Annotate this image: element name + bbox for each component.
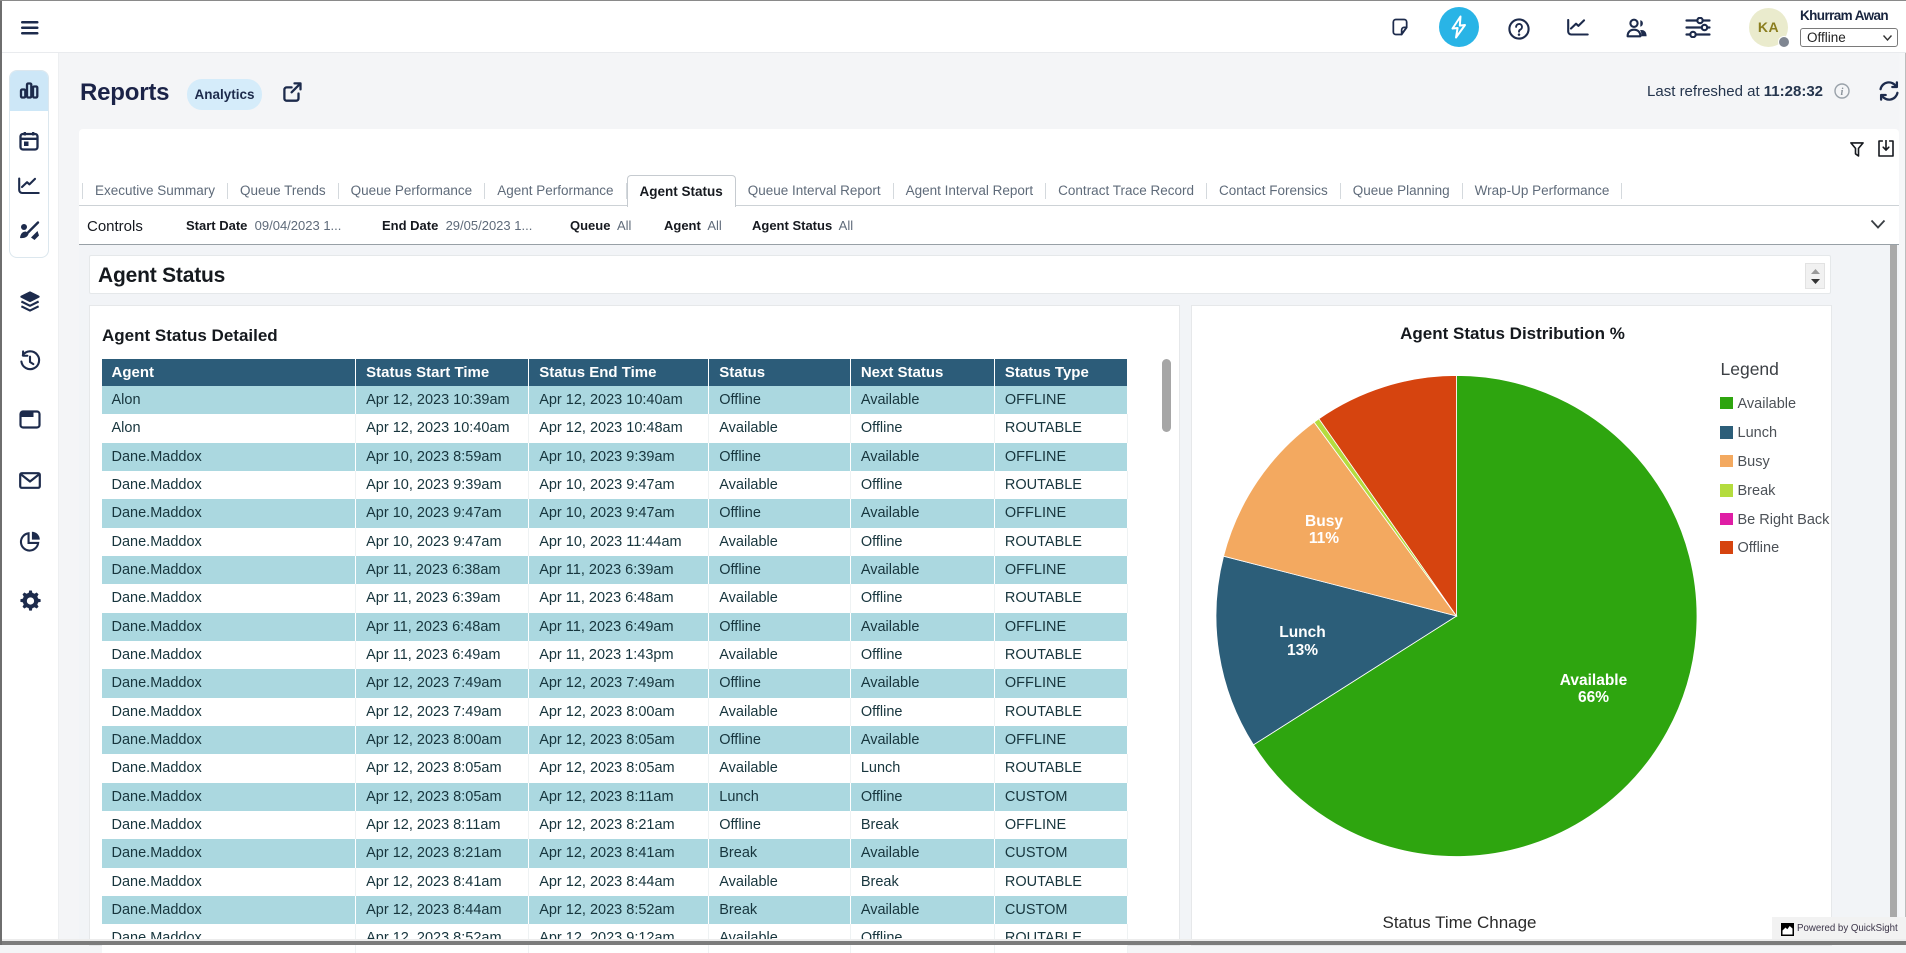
svg-text:i: i	[1841, 87, 1844, 98]
